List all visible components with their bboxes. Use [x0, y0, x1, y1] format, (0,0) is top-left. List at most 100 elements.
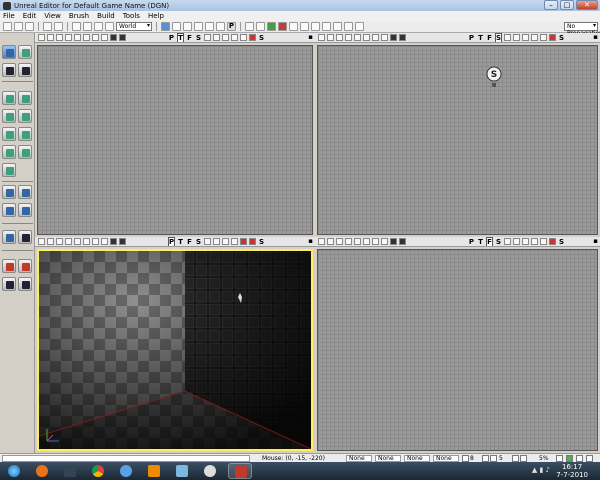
show-flags-icon[interactable]	[240, 34, 247, 41]
lock-icon[interactable]	[47, 238, 54, 245]
viewport-maximize-icon[interactable]: ▪	[308, 33, 313, 41]
scale-mode-icon[interactable]	[105, 22, 114, 31]
play-on-pc-icon[interactable]	[289, 22, 298, 31]
camera-speed-icon[interactable]	[513, 34, 520, 41]
front-view-toggle[interactable]: F	[486, 34, 493, 42]
add-volume-button[interactable]	[2, 230, 16, 244]
unlit-icon[interactable]	[354, 238, 361, 245]
scale-snap-toggle-icon[interactable]	[512, 455, 519, 462]
viewport-side[interactable]: P T F S S ▪ S	[315, 33, 600, 237]
rotation-snap-icon[interactable]	[490, 455, 497, 462]
viewport-front[interactable]: P T F S S ▪	[315, 237, 600, 453]
camera-mode-icon[interactable]	[72, 22, 81, 31]
content-browser-icon[interactable]	[161, 22, 170, 31]
menu-file[interactable]: File	[3, 12, 15, 20]
front-viewport-canvas[interactable]	[317, 249, 598, 451]
side-view-toggle[interactable]: S	[495, 33, 502, 42]
matinee-icon[interactable]	[216, 22, 225, 31]
propagation-select[interactable]: No Propagation	[564, 22, 600, 37]
drag-grid-toggle-icon[interactable]	[462, 455, 469, 462]
cube-brush-button[interactable]	[2, 91, 16, 105]
cinematic-icon[interactable]	[249, 238, 256, 245]
taskbar-media-player[interactable]	[198, 463, 222, 479]
visibility-icon[interactable]	[355, 22, 364, 31]
build-lighting-icon[interactable]	[256, 22, 265, 31]
lock-to-selection-icon[interactable]	[531, 238, 538, 245]
start-button[interactable]	[2, 463, 26, 479]
menu-view[interactable]: View	[44, 12, 61, 20]
lighting-icon[interactable]	[311, 22, 320, 31]
side-view-toggle[interactable]: S	[195, 238, 202, 246]
detail-lighting-icon[interactable]	[372, 238, 379, 245]
play-icon[interactable]	[222, 238, 229, 245]
unlit-icon[interactable]	[354, 34, 361, 41]
front-view-toggle[interactable]: F	[186, 238, 193, 246]
redo-icon[interactable]	[54, 22, 63, 31]
viewport-menu-icon[interactable]	[318, 34, 325, 41]
lighting-only-icon[interactable]	[381, 34, 388, 41]
taskbar-unreal-editor[interactable]	[228, 463, 252, 479]
play-icon[interactable]	[522, 34, 529, 41]
play-icon[interactable]	[522, 238, 529, 245]
close-button[interactable]: ✕	[576, 0, 598, 10]
lock-to-selection-icon[interactable]	[231, 34, 238, 41]
slot-4[interactable]: None	[433, 455, 459, 462]
csg-deintersect-button[interactable]	[18, 203, 32, 217]
sphere-brush-button[interactable]	[18, 145, 32, 159]
slot-1[interactable]: None	[346, 455, 372, 462]
camera-speed-icon[interactable]	[513, 238, 520, 245]
light-complexity-icon[interactable]	[390, 34, 397, 41]
coordinate-system-select[interactable]: World	[116, 22, 152, 31]
camera-speed-icon[interactable]	[213, 238, 220, 245]
play-in-editor-icon[interactable]: P	[227, 22, 236, 31]
geometry-mode-button[interactable]	[18, 45, 32, 59]
terrain-mode-button[interactable]	[2, 63, 16, 77]
viewport-menu-icon[interactable]	[318, 238, 325, 245]
taskbar-vlc[interactable]	[142, 463, 166, 479]
error-icon[interactable]	[586, 455, 593, 462]
build-geometry-icon[interactable]	[245, 22, 254, 31]
viewport-perspective[interactable]: P T F S S ▪	[35, 237, 315, 453]
texture-density-icon[interactable]	[399, 238, 406, 245]
viewport-maximize-icon[interactable]: ▪	[593, 237, 598, 245]
detail-lighting-icon[interactable]	[92, 238, 99, 245]
cinematic-icon[interactable]	[249, 34, 256, 41]
command-input[interactable]	[2, 455, 250, 462]
lighting-only-icon[interactable]	[101, 238, 108, 245]
csg-add-button[interactable]	[2, 185, 16, 199]
top-view-toggle[interactable]: T	[177, 33, 184, 42]
show-flags-icon[interactable]	[240, 238, 247, 245]
warning-icon[interactable]	[576, 455, 583, 462]
build-all-icon[interactable]	[278, 22, 287, 31]
linear-stair-brush-button[interactable]	[18, 127, 32, 141]
top-viewport-canvas[interactable]	[37, 45, 313, 235]
cone-brush-button[interactable]	[18, 91, 32, 105]
taskbar-messenger[interactable]	[114, 463, 138, 479]
top-view-toggle[interactable]: T	[477, 34, 484, 42]
scale-snap-icon[interactable]	[520, 455, 527, 462]
wireframe-icon[interactable]	[345, 238, 352, 245]
undo-icon[interactable]	[43, 22, 52, 31]
play-icon[interactable]	[222, 34, 229, 41]
spiral-stair-brush-button[interactable]	[2, 145, 16, 159]
texture-density-icon[interactable]	[119, 238, 126, 245]
taskbar-firefox[interactable]	[30, 463, 54, 479]
lit-icon[interactable]	[363, 238, 370, 245]
slot-2[interactable]: None	[375, 455, 401, 462]
lock-to-selection-icon[interactable]	[231, 238, 238, 245]
side-view-toggle[interactable]: S	[495, 238, 502, 246]
viewport-menu-icon[interactable]	[38, 34, 45, 41]
rotation-snap-toggle-icon[interactable]	[482, 455, 489, 462]
play-on-console-icon[interactable]	[300, 22, 309, 31]
perspective-view-toggle[interactable]: P	[168, 237, 175, 246]
texture-density-icon[interactable]	[119, 34, 126, 41]
player-start-icon[interactable]: S	[486, 66, 502, 90]
viewport-top[interactable]: P T F S S ▪	[35, 33, 315, 237]
taskbar-app[interactable]	[170, 463, 194, 479]
actor-classes-icon[interactable]	[172, 22, 181, 31]
texture-density-icon[interactable]	[399, 34, 406, 41]
unlit-icon[interactable]	[74, 238, 81, 245]
csg-intersect-button[interactable]	[2, 203, 16, 217]
perspective-view-toggle[interactable]: P	[468, 238, 475, 246]
clock[interactable]: 16:17 7-7-2010	[556, 463, 588, 479]
